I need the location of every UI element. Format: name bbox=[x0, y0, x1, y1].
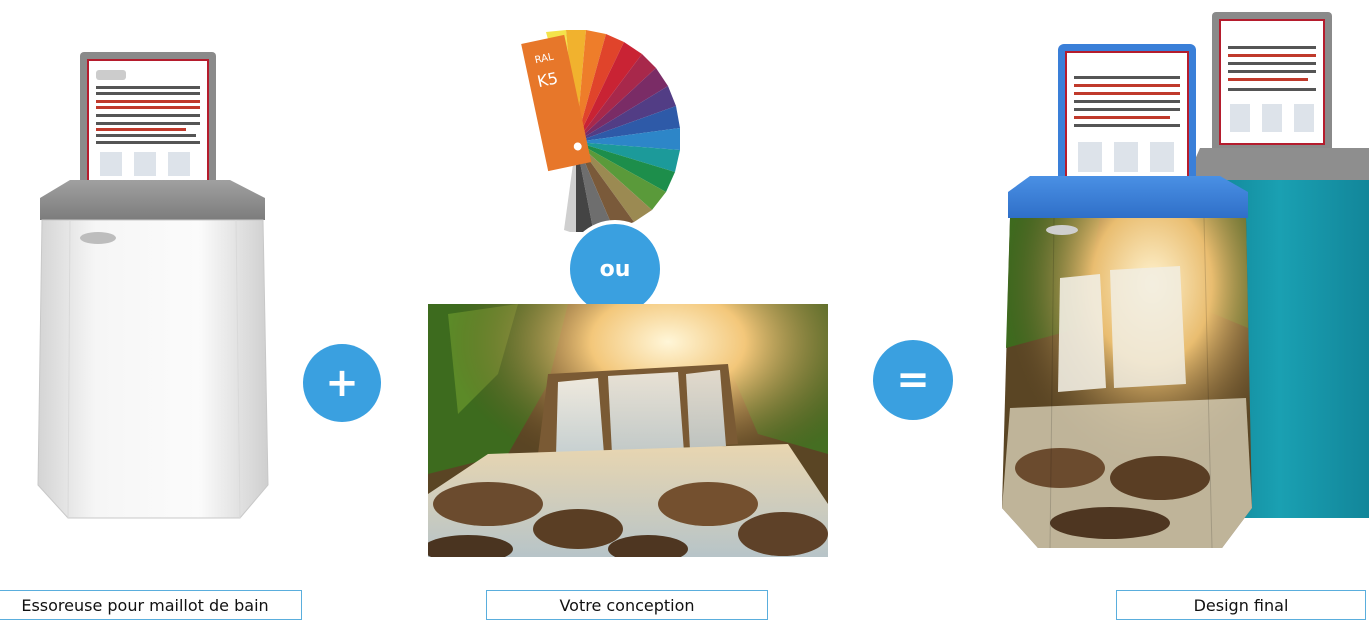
final-design-machines-image bbox=[1002, 12, 1369, 549]
caption-spin-dryer: Essoreuse pour maillot de bain bbox=[0, 590, 302, 620]
equals-operator-circle: = bbox=[873, 340, 953, 420]
or-operator-label: ou bbox=[599, 256, 631, 282]
waterfall-photo-image bbox=[428, 304, 828, 557]
ral-color-fan-image: RAL K5 bbox=[521, 30, 680, 232]
caption-spin-dryer-text: Essoreuse pour maillot de bain bbox=[21, 595, 269, 615]
caption-your-design-text: Votre conception bbox=[559, 595, 695, 615]
caption-final-design: Design final bbox=[1116, 590, 1366, 620]
caption-your-design: Votre conception bbox=[486, 590, 768, 620]
white-spin-dryer-image bbox=[37, 52, 269, 519]
plus-operator-circle: + bbox=[303, 344, 381, 422]
caption-final-design-text: Design final bbox=[1193, 595, 1289, 615]
plus-operator-label: + bbox=[325, 360, 359, 406]
equals-operator-label: = bbox=[896, 357, 930, 403]
